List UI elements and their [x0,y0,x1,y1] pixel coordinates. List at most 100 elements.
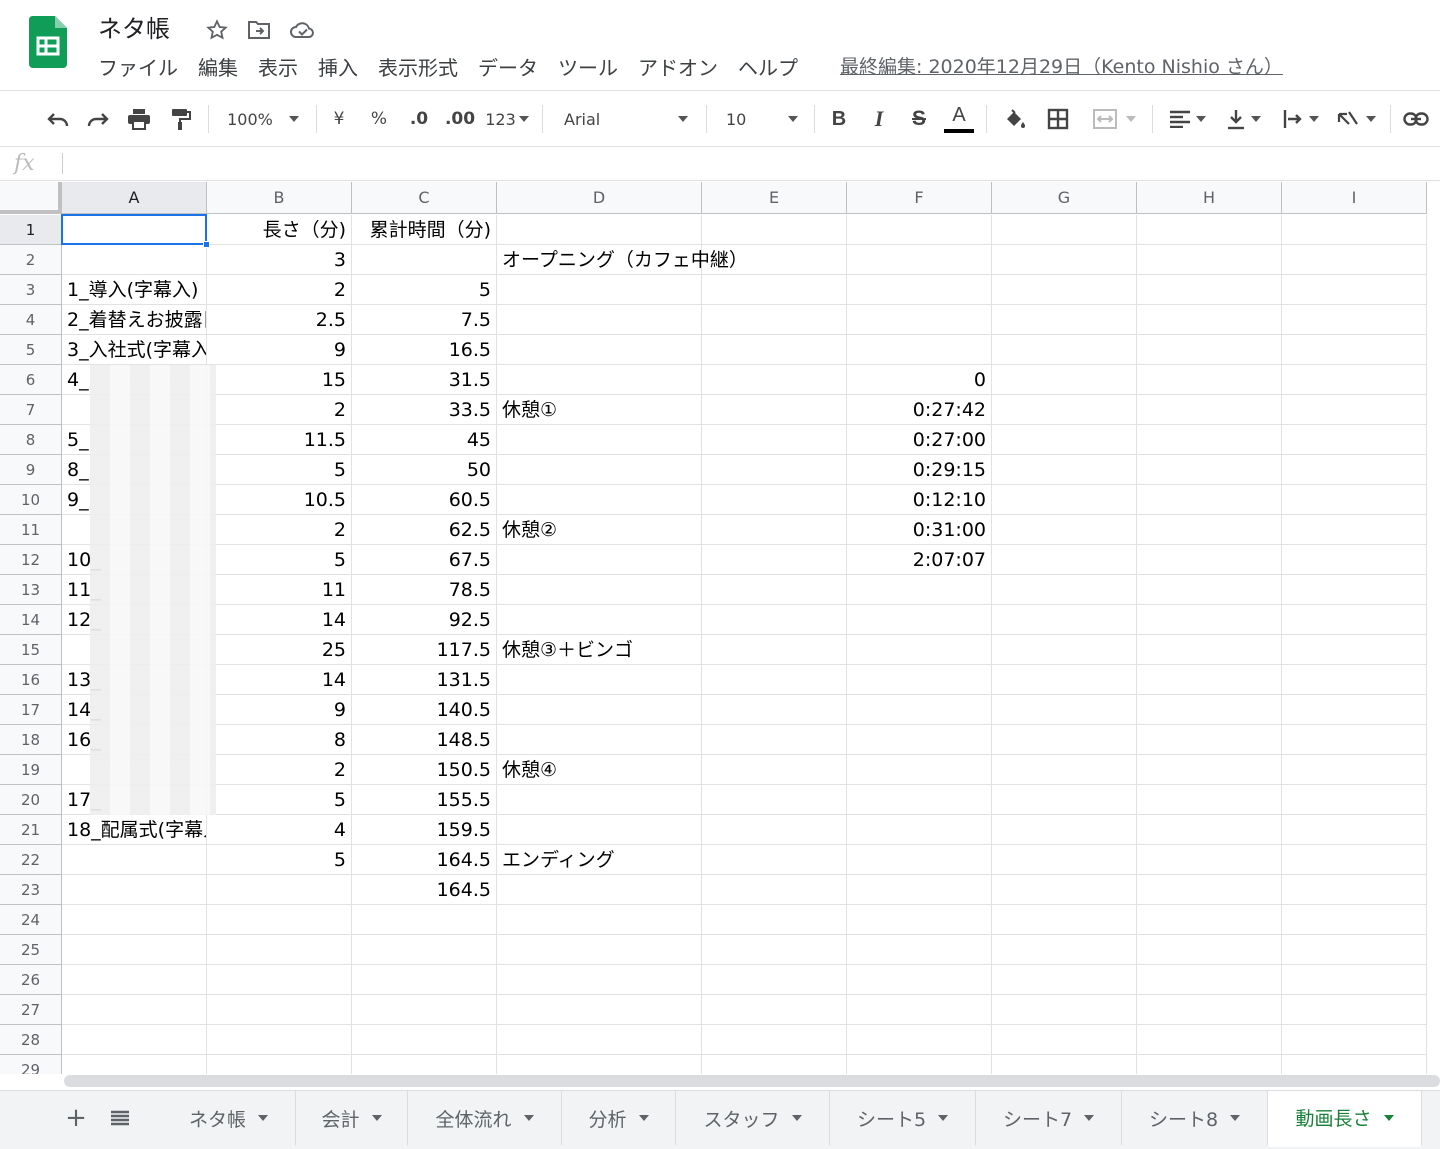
cell-d13[interactable] [497,575,702,605]
cell-i4[interactable] [1282,305,1427,335]
paint-format-icon[interactable] [162,91,200,147]
cell-d7[interactable]: 休憩① [497,395,702,425]
cell-i24[interactable] [1282,905,1427,935]
zoom-select[interactable]: 100% [220,91,306,147]
cell-i6[interactable] [1282,365,1427,395]
cell-i28[interactable] [1282,1025,1427,1055]
cell-h7[interactable] [1137,395,1282,425]
cell-f10[interactable]: 0:12:10 [847,485,992,515]
cell-b8[interactable]: 11.5 [207,425,352,455]
cell-e23[interactable] [702,875,847,905]
cell-i9[interactable] [1282,455,1427,485]
cell-i29[interactable] [1282,1055,1427,1074]
fill-handle[interactable] [203,241,210,248]
cell-c6[interactable]: 31.5 [352,365,497,395]
cell-e16[interactable] [702,665,847,695]
text-color-button[interactable]: A [942,91,976,147]
cell-e21[interactable] [702,815,847,845]
cell-d2[interactable]: オープニング（カフェ中継） [497,245,748,275]
chevron-down-icon[interactable] [638,1115,649,1121]
cell-b2[interactable]: 3 [207,245,352,275]
cell-e6[interactable] [702,365,847,395]
cell-f22[interactable] [847,845,992,875]
cell-e15[interactable] [702,635,847,665]
cell-e8[interactable] [702,425,847,455]
cell-a5[interactable]: 3_入社式(字幕入) [62,335,207,365]
sheet-tab-4[interactable]: スタッフ [676,1091,830,1145]
menu-view[interactable]: 表示 [258,54,298,84]
cell-e10[interactable] [702,485,847,515]
cell-h1[interactable] [1137,215,1282,245]
cell-g6[interactable] [992,365,1137,395]
row-header-26[interactable]: 26 [0,965,62,995]
cell-a26[interactable] [62,965,207,995]
cell-b13[interactable]: 11 [207,575,352,605]
print-icon[interactable] [120,91,158,147]
cell-d12[interactable] [497,545,702,575]
formula-input[interactable] [70,147,1430,180]
cell-i8[interactable] [1282,425,1427,455]
row-header-8[interactable]: 8 [0,425,62,455]
menu-addons[interactable]: アドオン [638,54,718,84]
cell-d19[interactable]: 休憩④ [497,755,702,785]
row-header-25[interactable]: 25 [0,935,62,965]
row-header-20[interactable]: 20 [0,785,62,815]
cell-e9[interactable] [702,455,847,485]
cell-h18[interactable] [1137,725,1282,755]
cell-f9[interactable]: 0:29:15 [847,455,992,485]
cell-i14[interactable] [1282,605,1427,635]
text-rotation-icon[interactable] [1330,91,1382,147]
cell-e24[interactable] [702,905,847,935]
cell-e7[interactable] [702,395,847,425]
cell-e13[interactable] [702,575,847,605]
cell-a29[interactable] [62,1055,207,1074]
menu-data[interactable]: データ [478,54,538,84]
cell-b27[interactable] [207,995,352,1025]
cell-e28[interactable] [702,1025,847,1055]
cell-f19[interactable] [847,755,992,785]
merge-cells-icon[interactable] [1084,91,1144,147]
cell-f25[interactable] [847,935,992,965]
italic-button[interactable]: I [864,91,894,147]
cell-d16[interactable] [497,665,702,695]
cell-c1[interactable]: 累計時間（分) [352,215,497,245]
cell-i27[interactable] [1282,995,1427,1025]
cell-a1[interactable] [62,215,207,245]
chevron-down-icon[interactable] [1383,1114,1394,1121]
cell-f4[interactable] [847,305,992,335]
cell-i18[interactable] [1282,725,1427,755]
cell-e3[interactable] [702,275,847,305]
cell-i17[interactable] [1282,695,1427,725]
cell-a2[interactable] [62,245,207,275]
cell-f23[interactable] [847,875,992,905]
cell-b21[interactable]: 4 [207,815,352,845]
cell-f15[interactable] [847,635,992,665]
increase-decimal-button[interactable]: .00 [442,91,478,147]
cell-g14[interactable] [992,605,1137,635]
row-header-28[interactable]: 28 [0,1025,62,1055]
menu-insert[interactable]: 挿入 [318,54,358,84]
cell-e2[interactable] [702,245,847,275]
cell-g17[interactable] [992,695,1137,725]
cell-i11[interactable] [1282,515,1427,545]
cell-b7[interactable]: 2 [207,395,352,425]
cell-b19[interactable]: 2 [207,755,352,785]
cell-c3[interactable]: 5 [352,275,497,305]
cell-f16[interactable] [847,665,992,695]
row-header-7[interactable]: 7 [0,395,62,425]
row-header-27[interactable]: 27 [0,995,62,1025]
chevron-down-icon[interactable] [791,1115,802,1121]
cell-b25[interactable] [207,935,352,965]
column-header-g[interactable]: G [992,182,1137,214]
cell-h23[interactable] [1137,875,1282,905]
cell-c22[interactable]: 164.5 [352,845,497,875]
cell-c8[interactable]: 45 [352,425,497,455]
vertical-align-icon[interactable] [1218,91,1268,147]
cell-c25[interactable] [352,935,497,965]
cell-d18[interactable] [497,725,702,755]
cell-i26[interactable] [1282,965,1427,995]
menu-format[interactable]: 表示形式 [378,54,458,84]
cell-f21[interactable] [847,815,992,845]
cell-i1[interactable] [1282,215,1427,245]
cell-b29[interactable] [207,1055,352,1074]
